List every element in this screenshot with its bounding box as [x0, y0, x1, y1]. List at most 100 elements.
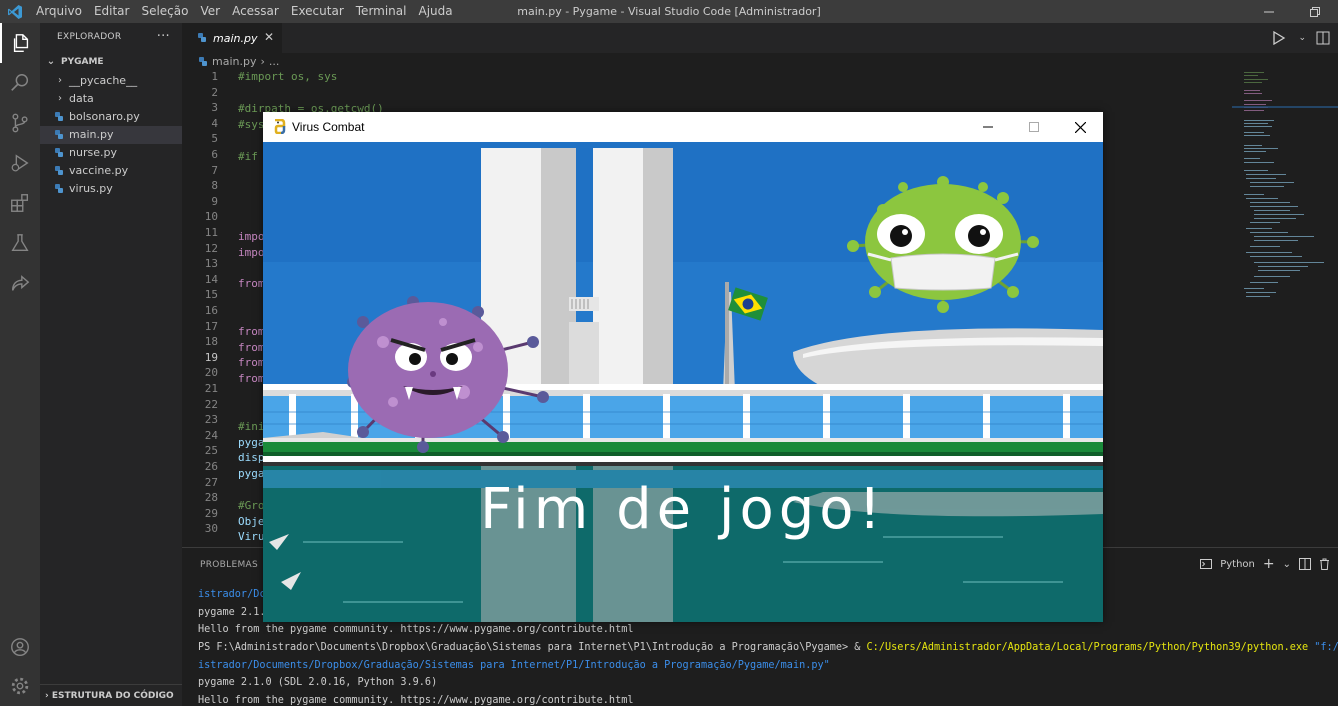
pygame-maximize-button[interactable]	[1011, 112, 1057, 142]
run-debug-activity-button[interactable]	[0, 143, 40, 183]
account-icon	[11, 638, 29, 656]
tree-file-nurse[interactable]: nurse.py	[40, 144, 182, 162]
line-number: 9	[211, 194, 218, 208]
line-number: 12	[204, 241, 218, 255]
pygame-close-button[interactable]	[1057, 112, 1103, 142]
breadcrumb-symbols[interactable]: ...	[269, 55, 280, 68]
line-number: 2	[211, 85, 218, 99]
code-line: from	[238, 372, 265, 385]
tree-file-main[interactable]: main.py	[40, 126, 182, 144]
live-share-icon	[11, 275, 30, 291]
explorer-header: EXPLORADOR ···	[40, 23, 182, 51]
game-scene[interactable]: Fim de jogo!	[263, 142, 1103, 622]
line-number: 19	[204, 350, 218, 364]
menu-ver[interactable]: Ver	[194, 0, 226, 23]
explorer-sidebar: EXPLORADOR ··· ⌄ PYGAME › __pycache__ › …	[40, 23, 182, 706]
split-editor-icon[interactable]	[1316, 31, 1330, 45]
file-label: virus.py	[69, 182, 113, 195]
minimap-preview	[1232, 72, 1338, 297]
terminal-shell-label[interactable]: Python	[1220, 559, 1255, 570]
python-file-icon	[199, 56, 207, 66]
code-line: #Gro	[238, 499, 265, 512]
menu-editar[interactable]: Editar	[88, 0, 136, 23]
file-label: nurse.py	[69, 146, 117, 159]
code-line: #sys	[238, 118, 265, 131]
code-line: from	[238, 277, 265, 290]
activity-bar	[0, 23, 40, 706]
add-terminal-icon[interactable]: +	[1263, 556, 1275, 572]
menu-acessar[interactable]: Acessar	[226, 0, 285, 23]
restore-button[interactable]	[1292, 0, 1338, 23]
terminal-actions: Python + ⌄	[1200, 556, 1330, 572]
code-line: impo	[238, 230, 265, 243]
split-terminal-icon[interactable]	[1299, 558, 1311, 570]
minimap[interactable]	[1232, 70, 1338, 547]
menu-terminal[interactable]: Terminal	[350, 0, 413, 23]
tree-file-vaccine[interactable]: vaccine.py	[40, 162, 182, 180]
tree-folder-pycache[interactable]: › __pycache__	[40, 72, 182, 90]
explorer-activity-button[interactable]	[0, 23, 40, 63]
tab-label: main.py	[213, 31, 258, 45]
menu-bar: Arquivo Editar Seleção Ver Acessar Execu…	[30, 0, 459, 23]
code-line: pyga	[238, 467, 265, 480]
remote-activity-button[interactable]	[0, 263, 40, 303]
pygame-window[interactable]: Virus Combat Fim de jogo!	[263, 112, 1103, 622]
pygame-title-bar[interactable]: Virus Combat	[263, 112, 1103, 142]
line-number: 1	[211, 70, 218, 83]
run-python-file-icon[interactable]	[1272, 31, 1288, 45]
line-number: 3	[211, 101, 218, 115]
editor-tabs: main.py ✕ ⌄	[182, 23, 1338, 53]
chevron-down-icon[interactable]: ⌄	[1298, 33, 1306, 43]
menu-arquivo[interactable]: Arquivo	[30, 0, 88, 23]
chevron-down-icon[interactable]: ⌄	[1283, 559, 1291, 570]
code-line: from	[238, 325, 265, 338]
manage-activity-button[interactable]	[0, 666, 40, 706]
code-line: disp	[238, 451, 265, 464]
pygame-minimize-button[interactable]	[965, 112, 1011, 142]
workspace-section[interactable]: ⌄ PYGAME	[40, 52, 182, 72]
tree-file-virus[interactable]: virus.py	[40, 180, 182, 198]
menu-selecao[interactable]: Seleção	[135, 0, 194, 23]
code-line: from	[238, 356, 265, 369]
line-number: 29	[204, 506, 218, 520]
terminal-command: C:/Users/Administrador/AppData/Local/Pro…	[866, 642, 1309, 654]
trash-icon[interactable]	[1319, 558, 1330, 570]
search-activity-button[interactable]	[0, 63, 40, 103]
code-line: pyga	[238, 436, 265, 449]
minimize-button[interactable]	[1246, 0, 1292, 23]
tab-problems[interactable]: PROBLEMAS	[200, 560, 258, 570]
line-number: 28	[204, 491, 218, 505]
tree-file-bolsonaro[interactable]: bolsonaro.py	[40, 108, 182, 126]
outline-section[interactable]: › ESTRUTURA DO CÓDIGO	[40, 684, 182, 706]
line-number: 21	[204, 382, 218, 395]
close-tab-icon[interactable]: ✕	[264, 30, 274, 44]
flask-icon	[11, 234, 29, 252]
terminal-line: PS F:\Administrador\Documents\Dropbox\Gr…	[198, 639, 1338, 657]
minimize-icon	[1264, 11, 1274, 12]
line-number: 22	[204, 397, 218, 411]
code-line: from	[238, 341, 265, 354]
chevron-right-icon: ›	[58, 93, 62, 104]
python-file-icon	[55, 184, 63, 193]
vscode-logo-icon	[8, 5, 22, 19]
breadcrumb: main.py › ...	[182, 53, 1232, 70]
code-line: Viru	[238, 530, 265, 543]
breadcrumb-file[interactable]: main.py	[212, 55, 256, 68]
testing-activity-button[interactable]	[0, 223, 40, 263]
extensions-activity-button[interactable]	[0, 183, 40, 223]
tree-folder-data[interactable]: › data	[40, 90, 182, 108]
more-actions-icon[interactable]: ···	[157, 23, 170, 51]
search-icon	[11, 74, 29, 91]
accounts-activity-button[interactable]	[0, 627, 40, 667]
python-file-icon	[55, 112, 63, 121]
menu-ajuda[interactable]: Ajuda	[412, 0, 458, 23]
outline-title: ESTRUTURA DO CÓDIGO	[51, 691, 174, 701]
vscode-window: Arquivo Editar Seleção Ver Acessar Execu…	[0, 0, 1338, 706]
menu-executar[interactable]: Executar	[285, 0, 350, 23]
source-control-activity-button[interactable]	[0, 103, 40, 143]
folder-label: data	[69, 92, 94, 105]
chevron-right-icon: ›	[45, 691, 49, 701]
tab-main-py[interactable]: main.py ✕	[182, 23, 282, 53]
line-number: 10	[204, 210, 218, 224]
restore-icon	[1310, 6, 1320, 17]
